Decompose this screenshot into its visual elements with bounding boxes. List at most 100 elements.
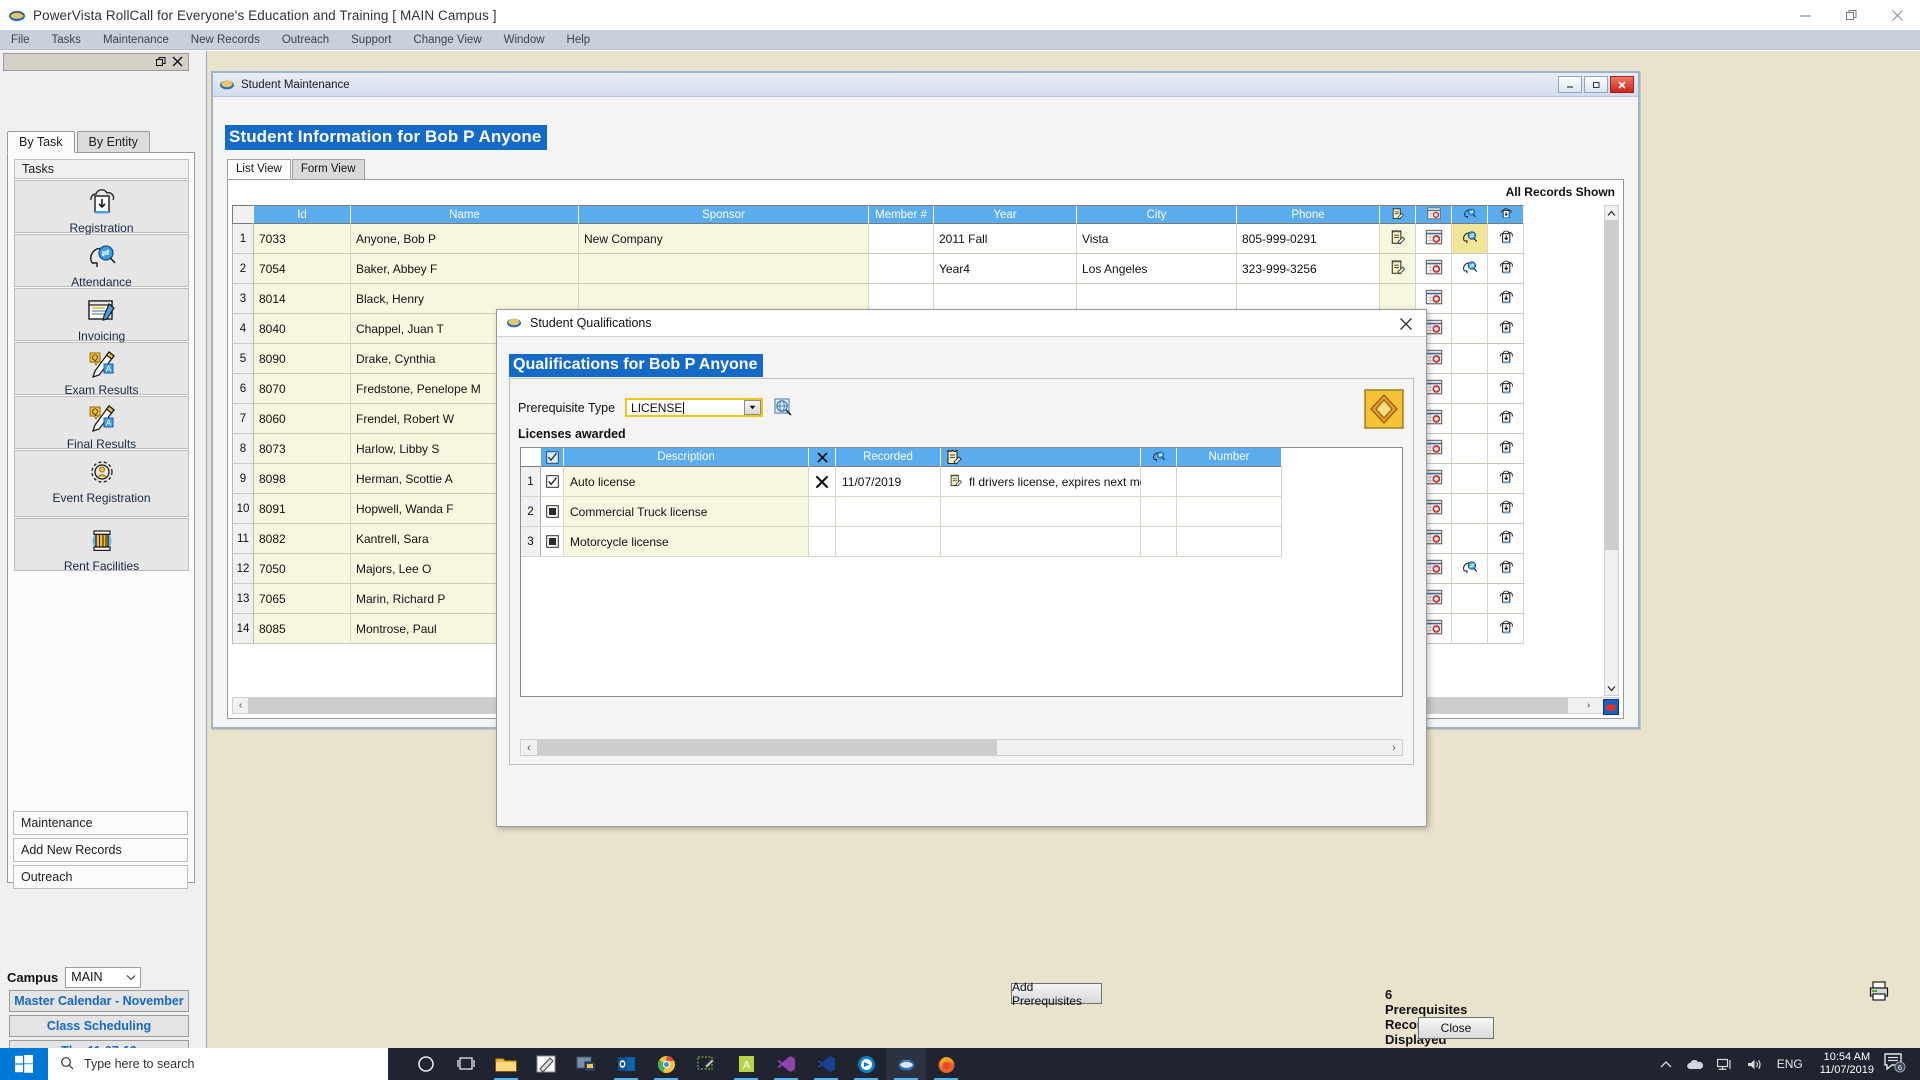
table-row[interactable]: 2 7054 Baker, Abbey F Year4 Los Angeles 323-9… (232, 254, 1619, 284)
cell-note[interactable]: fl drivers license, expires next month (941, 467, 1163, 497)
column-header-phone[interactable]: Phone (1237, 205, 1380, 224)
cell-note[interactable] (941, 527, 1141, 557)
qualifications-close-icon[interactable] (1386, 310, 1426, 337)
column-header-year[interactable]: Year (934, 205, 1077, 224)
access-icon[interactable]: A (726, 1048, 766, 1080)
remove-row-icon[interactable] (809, 467, 836, 497)
cell-attend[interactable] (1141, 467, 1177, 497)
tab-by-task[interactable]: By Task (7, 131, 75, 153)
dev-tools-icon[interactable] (686, 1048, 726, 1080)
vs-code-icon[interactable] (806, 1048, 846, 1080)
menu-item-tasks[interactable]: Tasks (41, 30, 92, 50)
teamviewer-icon[interactable] (846, 1048, 886, 1080)
table-row[interactable]: 3 Motorcycle license (521, 527, 1402, 557)
cell-attend-icon[interactable] (1452, 284, 1488, 314)
scroll-up-icon[interactable] (1605, 206, 1618, 220)
cell-attend-icon[interactable] (1452, 494, 1488, 524)
column-header-city[interactable]: City (1077, 205, 1237, 224)
student-grid-vertical-scrollbar[interactable] (1604, 205, 1619, 696)
minimize-button[interactable] (1782, 0, 1828, 30)
task-button-exam-results[interactable]: Q A Exam Results (14, 342, 189, 397)
chevron-up-icon[interactable] (1660, 1060, 1672, 1069)
cell-enroll-icon[interactable] (1488, 494, 1524, 524)
remove-row-icon[interactable] (809, 527, 836, 557)
task-button-invoicing[interactable]: Invoicing (14, 288, 189, 343)
menu-item-new-records[interactable]: New Records (180, 30, 271, 50)
add-prerequisites-button[interactable]: Add Prerequisites (1011, 980, 1102, 1008)
rollcall-icon[interactable] (886, 1048, 926, 1080)
task-button-attendance[interactable]: Attendance (14, 234, 189, 289)
menu-item-change-view[interactable]: Change View (402, 30, 492, 50)
qual-column-header-number[interactable]: Number (1177, 448, 1282, 467)
cell-recorded[interactable] (836, 497, 941, 527)
task-view-icon[interactable] (446, 1048, 486, 1080)
master-calendar-button[interactable]: Master Calendar - November (9, 990, 189, 1012)
cell-attend-icon[interactable] (1452, 374, 1488, 404)
scroll-left-icon[interactable]: ‹ (233, 700, 248, 711)
prerequisite-type-combo[interactable]: LICENSE (625, 398, 764, 417)
windows-start-icon[interactable] (0, 1048, 48, 1080)
attendance-icon[interactable] (1452, 205, 1488, 224)
group-button-outreach[interactable]: Outreach (13, 865, 188, 889)
cell-attend-icon[interactable] (1452, 464, 1488, 494)
class-scheduling-button[interactable]: Class Scheduling (9, 1015, 189, 1037)
cell-enroll-icon[interactable] (1488, 584, 1524, 614)
column-header-id[interactable]: Id (254, 205, 351, 224)
cell-enroll-icon[interactable] (1488, 404, 1524, 434)
tab-by-entity[interactable]: By Entity (76, 131, 150, 153)
table-row[interactable]: 2 Commercial Truck license (521, 497, 1402, 527)
remote-desktop-icon[interactable] (566, 1048, 606, 1080)
menu-item-file[interactable]: File (0, 30, 41, 50)
panel-restore-icon[interactable] (154, 56, 168, 70)
cell-attend-icon[interactable] (1452, 344, 1488, 374)
chrome-icon[interactable] (646, 1048, 686, 1080)
volume-icon[interactable] (1747, 1058, 1763, 1071)
qualification-diamond-icon[interactable] (1364, 389, 1404, 429)
qual-hscroll-thumb[interactable] (537, 740, 997, 755)
cell-enroll-icon[interactable] (1488, 464, 1524, 494)
cell-number[interactable] (1177, 467, 1282, 497)
cortana-icon[interactable] (406, 1048, 446, 1080)
row-checkbox[interactable] (541, 497, 564, 527)
cell-note[interactable] (941, 497, 1141, 527)
menu-item-help[interactable]: Help (556, 30, 602, 50)
menu-item-maintenance[interactable]: Maintenance (92, 30, 180, 50)
cell-description[interactable]: Auto license (564, 467, 809, 497)
cell-enroll-icon[interactable] (1488, 524, 1524, 554)
cell-attend-icon[interactable] (1452, 404, 1488, 434)
search-globe-icon[interactable] (774, 398, 793, 417)
cell-enroll-icon[interactable] (1488, 614, 1524, 644)
language-indicator[interactable]: ENG (1777, 1057, 1803, 1071)
row-checkbox[interactable] (541, 467, 564, 497)
visual-studio-icon[interactable] (766, 1048, 806, 1080)
campus-select[interactable]: MAIN (65, 966, 142, 988)
cell-enroll-icon[interactable] (1488, 554, 1524, 584)
remove-header-icon[interactable] (809, 448, 836, 467)
qual-column-header-recorded[interactable]: Recorded (836, 448, 941, 467)
note-icon[interactable] (1380, 205, 1416, 224)
close-button[interactable]: Close (1418, 1017, 1494, 1039)
check-header-icon[interactable] (541, 448, 564, 467)
cell-note-icon[interactable] (1380, 224, 1416, 254)
cell-attend-icon[interactable] (1452, 434, 1488, 464)
cell-attend-icon[interactable] (1452, 554, 1488, 584)
cell-attend[interactable] (1141, 497, 1177, 527)
child-restore-button[interactable] (1584, 76, 1608, 93)
cell-attend-icon[interactable] (1452, 614, 1488, 644)
cell-schedule-icon[interactable] (1416, 254, 1452, 284)
close-button[interactable] (1874, 0, 1920, 30)
cell-enroll-icon[interactable] (1488, 434, 1524, 464)
cell-enroll-icon[interactable] (1488, 344, 1524, 374)
search-input[interactable]: Type here to search (48, 1048, 388, 1080)
column-header-sponsor[interactable]: Sponsor (579, 205, 869, 224)
panel-close-icon[interactable] (170, 56, 184, 70)
task-button-final-results[interactable]: Q A Final Results (14, 396, 189, 451)
scroll-down-icon[interactable] (1605, 681, 1618, 695)
snip-sketch-icon[interactable] (526, 1048, 566, 1080)
group-button-maintenance[interactable]: Maintenance (13, 811, 188, 835)
menu-item-outreach[interactable]: Outreach (271, 30, 340, 50)
cell-note-icon[interactable] (1380, 254, 1416, 284)
file-explorer-icon[interactable] (486, 1048, 526, 1080)
cell-description[interactable]: Motorcycle license (564, 527, 809, 557)
row-checkbox[interactable] (541, 527, 564, 557)
